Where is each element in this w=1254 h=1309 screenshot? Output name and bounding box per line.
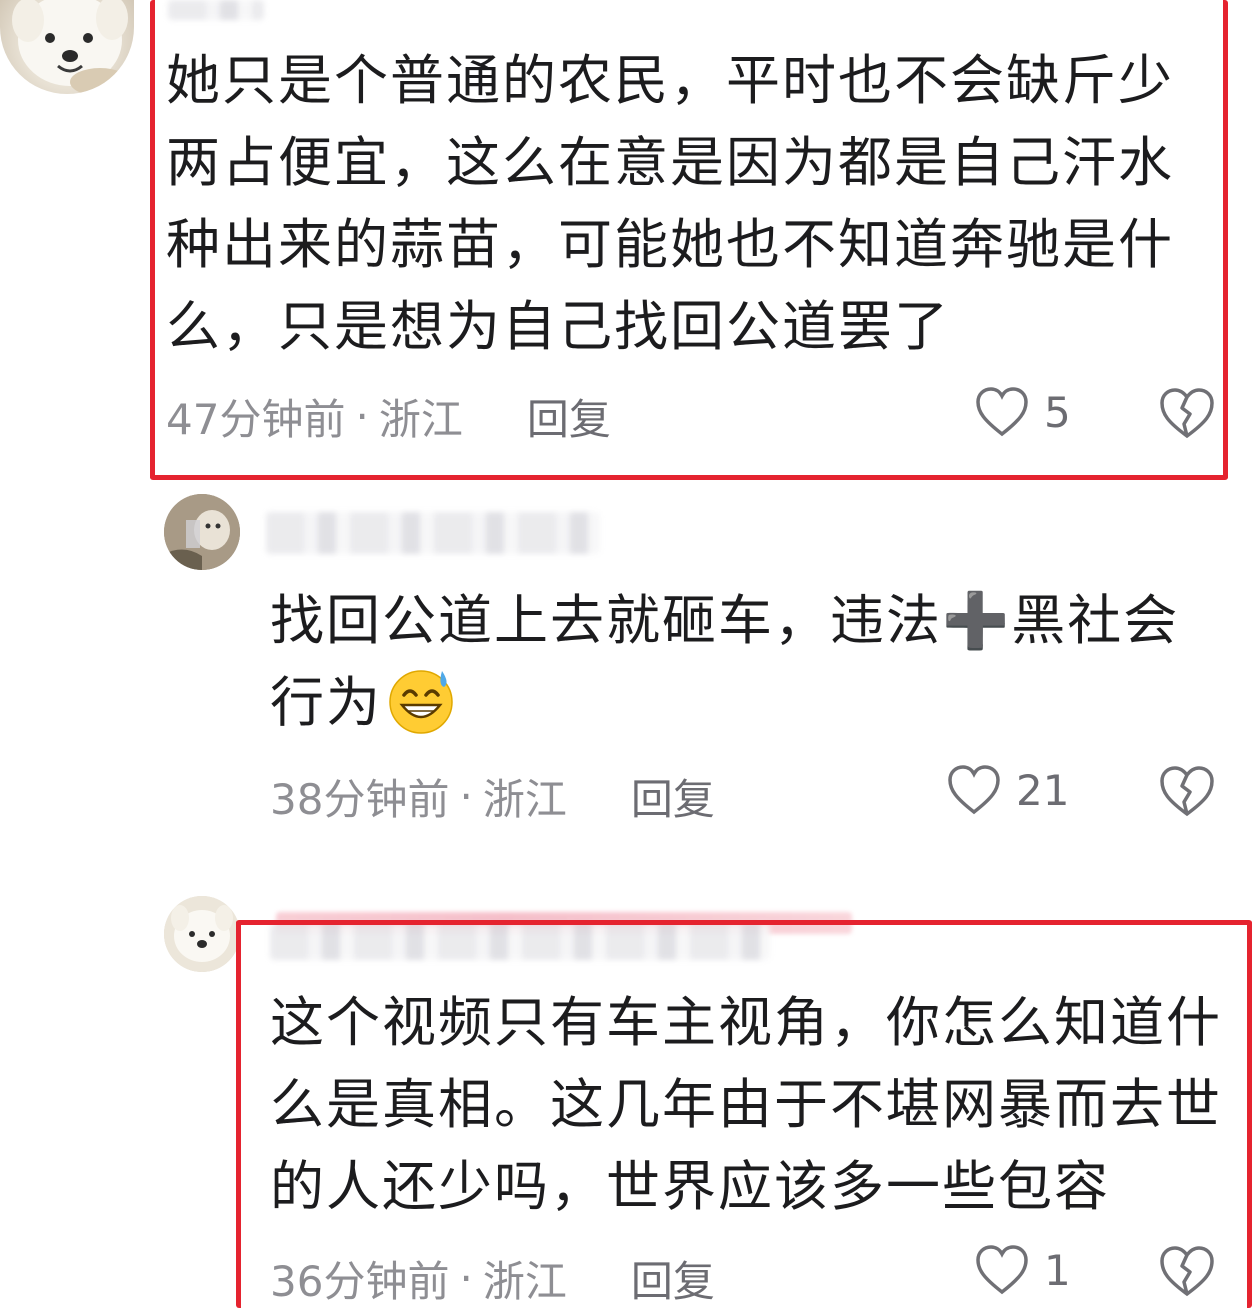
like-count: 21 [1016,765,1070,815]
comment-text: 找回公道上去就砸车，违法➕黑社会 行为 [270,580,1210,744]
samoyed-avatar-icon [164,896,240,972]
highlight-box [150,0,1228,480]
user-avatar-icon [164,494,240,570]
reply-button[interactable]: 回复 [631,766,715,827]
heart-outline-icon [948,765,1000,815]
highlight-box [236,920,1252,1308]
grinning-sweat-emoji-icon [389,670,453,734]
comment-line: 行为 [270,671,382,734]
comment-location: 浙江 [482,775,567,824]
avatar[interactable] [164,896,240,972]
username-blurred[interactable] [266,512,600,554]
samoyed-avatar-icon [12,0,130,94]
broken-heart-icon[interactable] [1158,764,1216,818]
comment-meta: 38分钟前 · 浙江 回复 [270,766,715,827]
comment-time: 38分钟前 [270,775,450,824]
meta-separator: · [459,772,473,821]
avatar[interactable] [164,494,240,570]
like-button[interactable]: 21 [946,764,1069,816]
comment-line: 找回公道上去就砸车，违法➕黑社会 [270,589,1180,652]
avatar[interactable] [0,0,134,94]
